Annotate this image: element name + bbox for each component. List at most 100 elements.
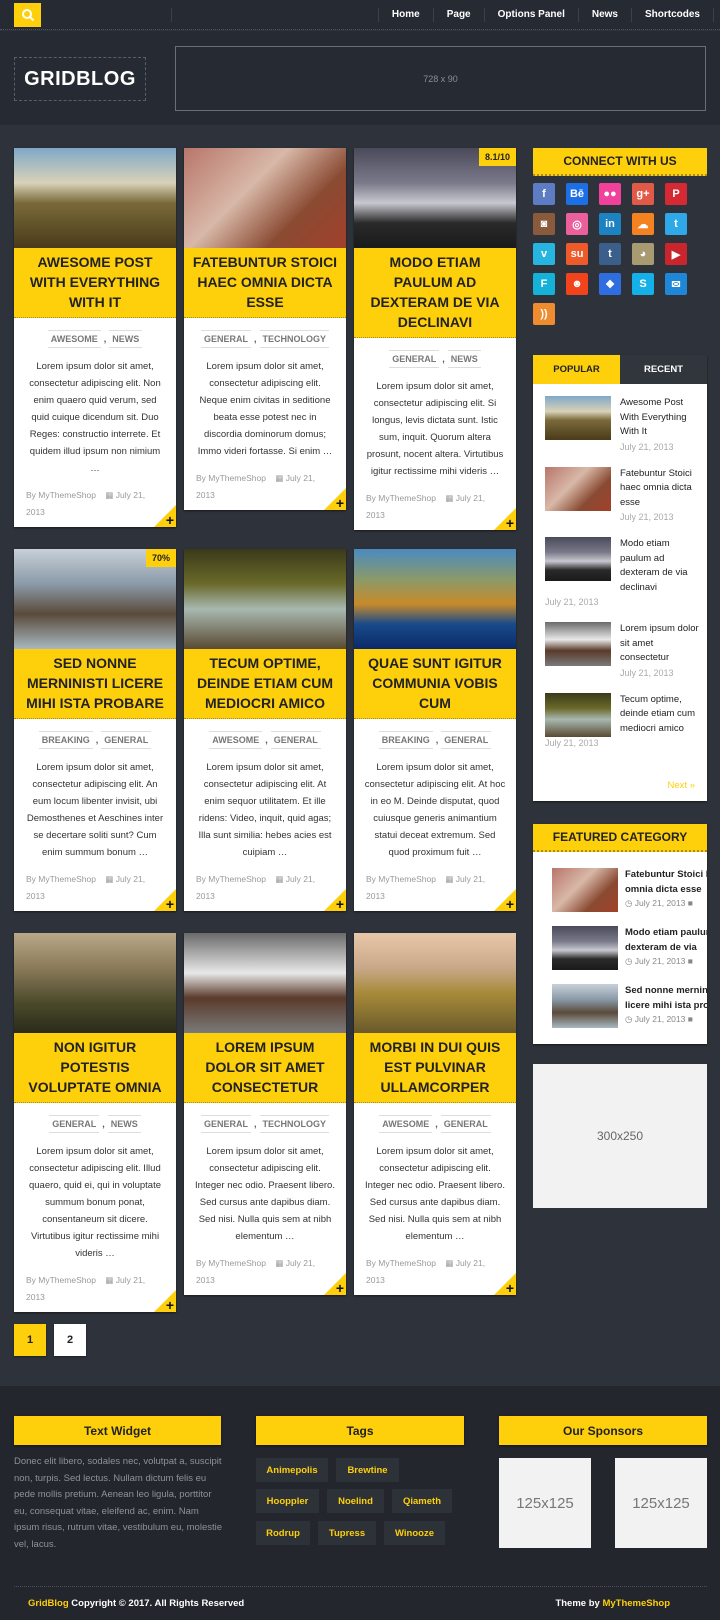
popular-thumbnail[interactable] xyxy=(545,692,611,737)
post-author[interactable]: By MyThemeShop xyxy=(26,490,96,500)
skype-icon[interactable]: S xyxy=(632,273,654,295)
plus-icon[interactable]: + xyxy=(166,1298,174,1312)
google-plus-icon[interactable]: g+ xyxy=(632,183,654,205)
post-thumbnail[interactable] xyxy=(354,549,516,649)
category-link[interactable]: AWESOME xyxy=(209,731,263,749)
featured-title[interactable]: Fatebuntur Stoici haec omnia dicta esse xyxy=(625,868,707,897)
tag-noelind[interactable]: Noelind xyxy=(327,1489,384,1513)
post-title[interactable]: Morbi in dui quis est pulvinar ullamcorp… xyxy=(354,1033,516,1103)
category-link[interactable]: NEWS xyxy=(107,1115,141,1133)
tab-popular[interactable]: POPULAR xyxy=(533,355,620,384)
plus-icon[interactable]: + xyxy=(336,496,344,510)
tab-recent[interactable]: RECENT xyxy=(620,355,707,384)
tag-brewtine[interactable]: Brewtine xyxy=(336,1458,399,1482)
plus-icon[interactable]: + xyxy=(506,897,514,911)
post-author[interactable]: By MyThemeShop xyxy=(366,493,436,503)
rss-icon[interactable]: )) xyxy=(533,303,555,325)
plus-icon[interactable]: + xyxy=(166,513,174,527)
popular-title[interactable]: Fatebuntur Stoici haec omnia dicta esse xyxy=(620,467,707,511)
category-link[interactable]: BREAKING xyxy=(38,731,93,749)
facebook-icon[interactable]: f xyxy=(533,183,555,205)
sponsor-ad-1[interactable]: 125x125 xyxy=(499,1458,591,1548)
plus-icon[interactable]: + xyxy=(506,516,514,530)
category-link[interactable]: GENERAL xyxy=(270,731,321,749)
post-thumbnail[interactable]: 8.1/10 xyxy=(354,148,516,248)
category-link[interactable]: GENERAL xyxy=(200,1115,251,1133)
post-thumbnail[interactable] xyxy=(184,148,346,248)
post-title[interactable]: Tecum optime, deinde etiam cum mediocri … xyxy=(184,649,346,719)
category-link[interactable]: AWESOME xyxy=(379,1115,433,1133)
dropbox-icon[interactable]: ❖ xyxy=(599,273,621,295)
category-link[interactable]: BREAKING xyxy=(378,731,433,749)
github-icon[interactable]: ◕ xyxy=(632,243,654,265)
category-link[interactable]: TECHNOLOGY xyxy=(259,1115,330,1133)
flickr-icon[interactable]: ●● xyxy=(599,183,621,205)
post-thumbnail[interactable]: 70% xyxy=(14,549,176,649)
category-link[interactable]: GENERAL xyxy=(441,731,492,749)
search-button[interactable] xyxy=(14,3,41,27)
nav-options-panel[interactable]: Options Panel xyxy=(485,8,579,22)
featured-title[interactable]: Modo etiam paulum ad dexteram de via xyxy=(625,926,707,955)
plus-icon[interactable]: + xyxy=(506,1281,514,1295)
post-author[interactable]: By MyThemeShop xyxy=(366,874,436,884)
category-link[interactable]: GENERAL xyxy=(101,731,152,749)
popular-thumbnail[interactable] xyxy=(545,396,611,440)
post-author[interactable]: By MyThemeShop xyxy=(366,1258,436,1268)
pinterest-icon[interactable]: P xyxy=(665,183,687,205)
category-link[interactable]: GENERAL xyxy=(389,350,440,368)
sidebar-ad[interactable]: 300x250 xyxy=(533,1064,707,1208)
popular-title[interactable]: Tecum optime, deinde etiam cum mediocri … xyxy=(620,693,707,737)
tumblr-icon[interactable]: t xyxy=(599,243,621,265)
post-thumbnail[interactable] xyxy=(184,933,346,1033)
post-thumbnail[interactable] xyxy=(184,549,346,649)
popular-thumbnail[interactable] xyxy=(545,537,611,581)
stumbleupon-icon[interactable]: su xyxy=(566,243,588,265)
category-link[interactable]: NEWS xyxy=(109,330,143,348)
popular-title[interactable]: Modo etiam paulum ad dexteram de via dec… xyxy=(620,537,707,595)
foursquare-icon[interactable]: F xyxy=(533,273,555,295)
tag-tupress[interactable]: Tupress xyxy=(318,1521,376,1545)
nav-shortcodes[interactable]: Shortcodes xyxy=(632,8,714,22)
post-title[interactable]: Modo etiam paulum ad dexteram de via dec… xyxy=(354,248,516,338)
post-thumbnail[interactable] xyxy=(14,933,176,1033)
popular-title[interactable]: Awesome Post With Everything With It xyxy=(620,396,707,440)
post-thumbnail[interactable] xyxy=(354,933,516,1033)
category-link[interactable]: TECHNOLOGY xyxy=(259,330,330,348)
twitter-icon[interactable]: t xyxy=(665,213,687,235)
vimeo-icon[interactable]: v xyxy=(533,243,555,265)
post-title[interactable]: Awesome Post With Everything With It xyxy=(14,248,176,318)
featured-title[interactable]: Sed nonne merninisti licere mihi ista pr… xyxy=(625,984,707,1013)
email-icon[interactable]: ✉ xyxy=(665,273,687,295)
copyright-brand-link[interactable]: GridBlog xyxy=(28,1598,69,1609)
linkedin-icon[interactable]: in xyxy=(599,213,621,235)
nav-news[interactable]: News xyxy=(579,8,632,22)
post-author[interactable]: By MyThemeShop xyxy=(26,1275,96,1285)
post-author[interactable]: By MyThemeShop xyxy=(196,874,266,884)
featured-thumbnail[interactable] xyxy=(552,984,618,1028)
nav-home[interactable]: Home xyxy=(377,8,434,22)
post-thumbnail[interactable] xyxy=(14,148,176,248)
theme-author-link[interactable]: MyThemeShop xyxy=(602,1598,670,1609)
youtube-icon[interactable]: ▶ xyxy=(665,243,687,265)
plus-icon[interactable]: + xyxy=(336,1281,344,1295)
category-link[interactable]: GENERAL xyxy=(200,330,251,348)
tag-winooze[interactable]: Winooze xyxy=(384,1521,445,1545)
instagram-icon[interactable]: ◙ xyxy=(533,213,555,235)
post-author[interactable]: By MyThemeShop xyxy=(196,473,266,483)
post-title[interactable]: Non igitur potestis voluptate omnia xyxy=(14,1033,176,1103)
tag-qiameth[interactable]: Qiameth xyxy=(392,1489,452,1513)
plus-icon[interactable]: + xyxy=(336,897,344,911)
category-link[interactable]: AWESOME xyxy=(47,330,101,348)
next-link[interactable]: Next » xyxy=(668,780,695,791)
plus-icon[interactable]: + xyxy=(166,897,174,911)
page-1-button[interactable]: 1 xyxy=(14,1324,46,1356)
behance-icon[interactable]: Bē xyxy=(566,183,588,205)
post-author[interactable]: By MyThemeShop xyxy=(196,1258,266,1268)
post-title[interactable]: Fatebuntur Stoici haec omnia dicta esse xyxy=(184,248,346,318)
featured-thumbnail[interactable] xyxy=(552,926,618,970)
popular-thumbnail[interactable] xyxy=(545,466,611,511)
post-title[interactable]: Quae sunt igitur communia vobis cum xyxy=(354,649,516,719)
tag-rodrup[interactable]: Rodrup xyxy=(256,1521,310,1545)
site-logo[interactable]: GRIDBLOG xyxy=(14,57,146,101)
category-link[interactable]: NEWS xyxy=(447,350,481,368)
